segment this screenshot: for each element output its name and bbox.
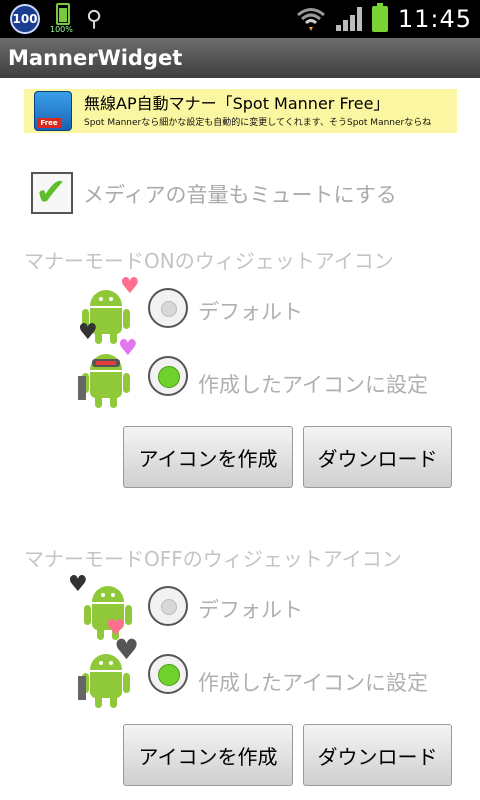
on-download-button[interactable]: ダウンロード bbox=[303, 426, 452, 488]
usb-icon: ⚲ bbox=[86, 6, 103, 32]
media-mute-label[interactable]: メディアの音量もミュートにする bbox=[83, 179, 397, 209]
purple-heart-icon: ♥ bbox=[118, 336, 138, 361]
off-custom-android-icon: ♥ bbox=[78, 636, 139, 710]
ad-free-label: Free bbox=[37, 118, 61, 128]
on-default-label[interactable]: デフォルト bbox=[198, 296, 303, 326]
ad-title: 無線AP自動マナー「Spot Manner Free」 bbox=[84, 94, 390, 113]
media-mute-checkbox[interactable]: ✔ bbox=[31, 170, 73, 214]
black-heart-icon: ♥ bbox=[68, 572, 88, 597]
pink-heart-icon: ♥ bbox=[120, 274, 140, 299]
on-custom-radio[interactable] bbox=[148, 356, 188, 396]
on-custom-android-icon: ♥ bbox=[78, 338, 138, 410]
status-bar: 100 100% ⚲ 11:45 bbox=[0, 0, 480, 38]
on-default-radio[interactable] bbox=[148, 288, 188, 328]
badge-count: 100 bbox=[12, 12, 38, 26]
on-section-heading: マナーモードONのウィジェットアイコン bbox=[24, 249, 394, 273]
signal-icon bbox=[335, 7, 362, 31]
status-right: 11:45 bbox=[296, 0, 472, 38]
off-default-radio[interactable] bbox=[148, 586, 188, 626]
ad-banner[interactable]: Free 無線AP自動マナー「Spot Manner Free」 Spot Ma… bbox=[24, 89, 457, 133]
wifi-icon bbox=[296, 8, 325, 31]
checkmark-icon: ✔ bbox=[35, 170, 67, 214]
status-left: 100 100% ⚲ bbox=[10, 3, 102, 35]
off-custom-radio[interactable] bbox=[148, 654, 188, 694]
battery-small-icon: 100% bbox=[50, 3, 74, 35]
clock: 11:45 bbox=[397, 5, 472, 33]
black-heart-icon: ♥ bbox=[78, 320, 98, 345]
off-create-icon-button[interactable]: アイコンを作成 bbox=[123, 724, 293, 786]
ad-app-icon: Free bbox=[34, 91, 72, 131]
notification-badge-icon: 100 bbox=[10, 4, 40, 34]
off-download-button[interactable]: ダウンロード bbox=[303, 724, 452, 786]
app-title-bar: MannerWidget bbox=[0, 38, 480, 78]
battery-icon bbox=[371, 3, 388, 32]
on-create-icon-button[interactable]: アイコンを作成 bbox=[123, 426, 293, 488]
gray-heart-icon: ♥ bbox=[114, 633, 140, 666]
app-title: MannerWidget bbox=[8, 46, 183, 70]
off-custom-label[interactable]: 作成したアイコンに設定 bbox=[198, 667, 428, 697]
ad-subtitle: Spot Mannerなら細かな設定も自動的に変更してくれます、そうSpot M… bbox=[84, 118, 432, 128]
battery-small-label: 100% bbox=[50, 25, 73, 34]
off-default-label[interactable]: デフォルト bbox=[198, 594, 303, 624]
off-section-heading: マナーモードOFFのウィジェットアイコン bbox=[24, 547, 402, 571]
on-custom-label[interactable]: 作成したアイコンに設定 bbox=[198, 369, 428, 399]
